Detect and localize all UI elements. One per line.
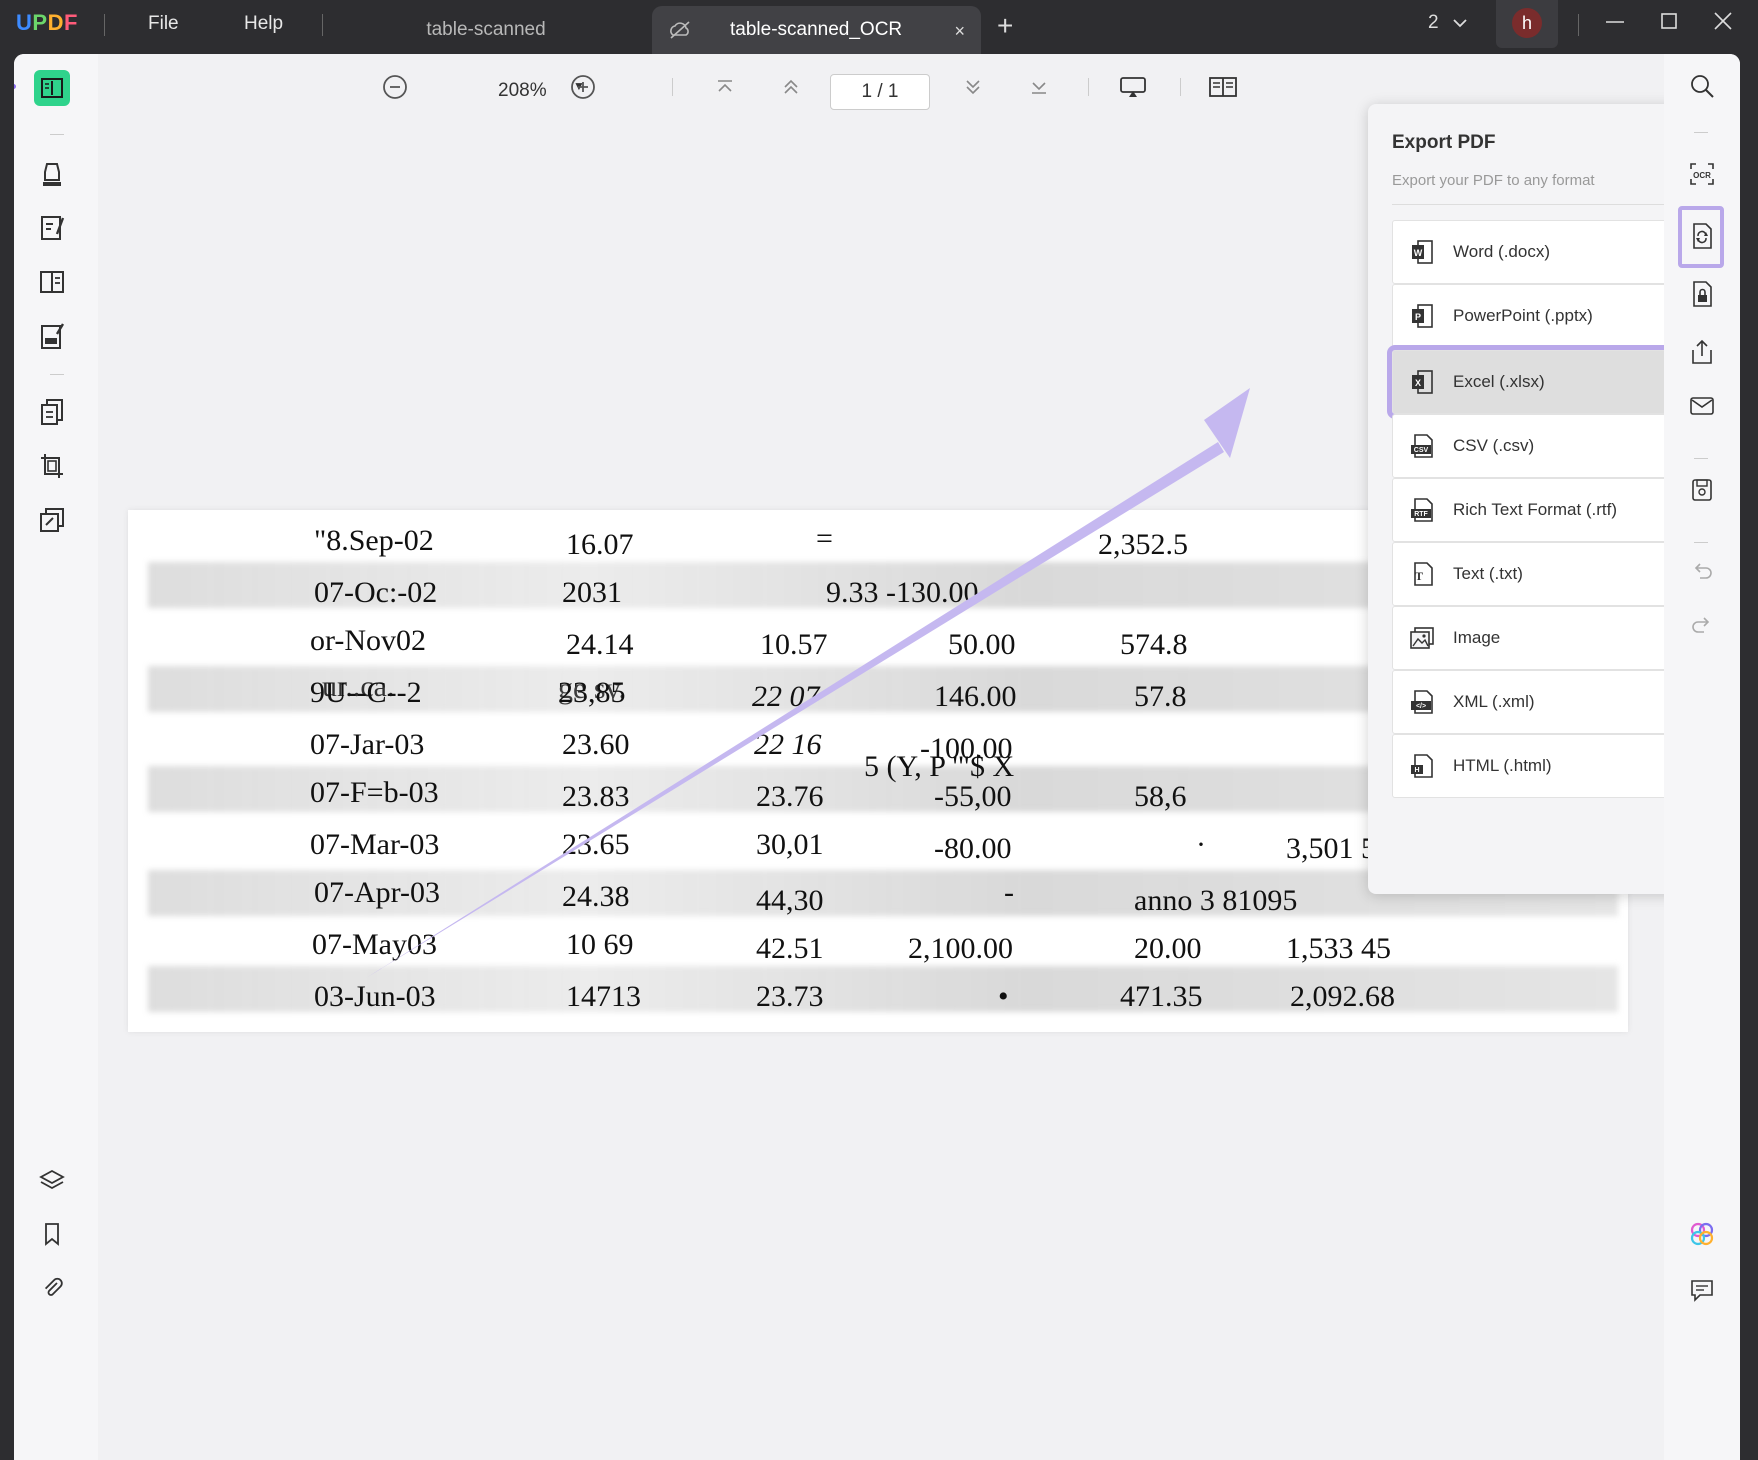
export-title: Export PDF [1392,132,1496,153]
svg-text:W: W [1414,248,1423,258]
menu-help[interactable]: Help [244,13,283,35]
edit-pdf-icon[interactable] [34,210,70,246]
excel-icon: X [1409,369,1435,395]
main-panel: 208% ▼ 1 / 1 "8.Sep-02 16.07 = 2,352.5 0… [14,54,1740,1460]
export-label: HTML (.html) [1453,756,1552,775]
close-window-icon[interactable] [1712,10,1734,38]
maximize-icon[interactable] [1658,10,1680,38]
image-icon [1409,625,1435,651]
tab-table-scanned-ocr[interactable]: table-scanned_OCR × [652,6,981,54]
divider [1694,542,1708,543]
rtf-icon: RTF [1409,497,1435,523]
comment-icon[interactable] [1686,1274,1718,1306]
protect-icon[interactable] [1686,278,1718,310]
minimize-icon[interactable] [1604,10,1626,38]
export-label: Image [1453,628,1501,647]
svg-text:X: X [1415,378,1421,388]
save-icon[interactable] [1686,474,1718,506]
form-icon[interactable] [34,264,70,300]
layers-icon[interactable] [34,1162,70,1198]
fill-sign-icon[interactable] [34,318,70,354]
divider [50,134,64,135]
divider [104,14,105,36]
search-icon[interactable] [1686,70,1718,102]
export-label: Rich Text Format (.rtf) [1453,500,1618,519]
html-icon: H [1409,753,1435,779]
word-icon: W [1409,239,1435,265]
reader-mode-icon[interactable] [34,70,70,106]
export-label: Excel (.xlsx) [1453,372,1545,391]
export-label: CSV (.csv) [1453,436,1535,455]
divider [322,14,323,36]
divider [1694,132,1708,133]
logo-letter: P [32,10,48,35]
redo-icon[interactable] [1686,610,1718,642]
divider [50,374,64,375]
chevron-down-icon [1453,19,1467,28]
export-label: Text (.txt) [1453,564,1523,583]
organize-pages-icon[interactable] [34,394,70,430]
svg-text:</>: </> [1416,703,1426,710]
undo-icon[interactable] [1686,556,1718,588]
svg-text:OCR: OCR [1693,171,1711,180]
bookmark-icon[interactable] [34,1216,70,1252]
svg-text:P: P [1415,312,1421,322]
share-icon[interactable] [1686,336,1718,368]
tab-count: 2 [1428,12,1439,33]
svg-text:CSV: CSV [1414,447,1429,454]
export-label: XML (.xml) [1453,692,1535,711]
text-icon: T [1409,561,1435,587]
new-tab-button[interactable]: + [997,10,1013,42]
right-toolbar: OCR [1664,54,1740,1460]
convert-icon[interactable] [1686,220,1718,252]
email-icon[interactable] [1686,390,1718,422]
menu-file[interactable]: File [148,13,179,35]
tab-title: table-scanned_OCR [730,19,903,40]
logo-letter: U [16,10,33,35]
attachment-icon[interactable] [34,1270,70,1306]
export-label: PowerPoint (.pptx) [1453,306,1593,325]
highlighter-icon[interactable] [34,156,70,192]
ocr-icon[interactable]: OCR [1686,158,1718,190]
document-area[interactable]: 208% ▼ 1 / 1 "8.Sep-02 16.07 = 2,352.5 0… [98,54,1740,1460]
cloud-off-icon [668,20,692,46]
divider [1578,14,1579,36]
user-menu[interactable]: h [1496,0,1558,48]
svg-text:H: H [1414,767,1419,774]
updf-logo[interactable]: UPDF [16,10,78,36]
export-label: Word (.docx) [1453,242,1550,261]
powerpoint-icon: P [1409,303,1435,329]
svg-text:RTF: RTF [1414,511,1428,518]
tab-title: table-scanned [426,19,546,40]
active-indicator [14,84,16,89]
csv-icon: CSV [1409,433,1435,459]
svg-text:T: T [1415,569,1423,583]
crop-icon[interactable] [34,448,70,484]
annotation-arrow [366,388,1250,978]
avatar[interactable]: h [1512,8,1542,38]
divider [1694,458,1708,459]
close-tab-icon[interactable]: × [954,21,965,42]
xml-icon: </> [1409,689,1435,715]
left-toolbar [14,54,98,1460]
compress-icon[interactable] [34,502,70,538]
tab-count-dropdown[interactable]: 2 [1428,12,1468,34]
logo-letter: F [63,10,78,35]
logo-letter: D [47,10,64,35]
export-subtitle: Export your PDF to any format [1392,172,1595,189]
ai-assistant-icon[interactable] [1686,1218,1718,1250]
tab-table-scanned[interactable]: table-scanned [330,6,642,54]
title-bar: UPDF File Help table-scanned table-scann… [0,0,1758,54]
